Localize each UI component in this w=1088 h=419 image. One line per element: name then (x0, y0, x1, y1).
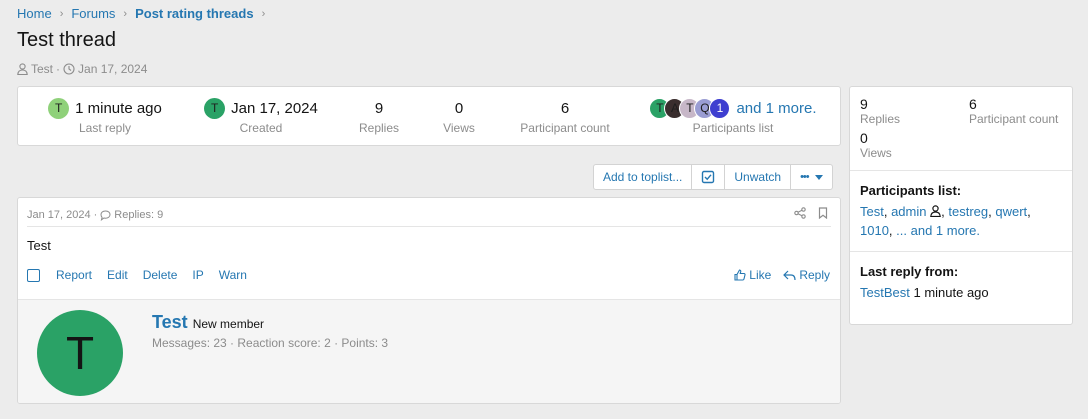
share-icon[interactable] (794, 207, 806, 219)
breadcrumb: Home › Forums › Post rating threads › (17, 6, 273, 21)
post-header-actions (794, 207, 828, 219)
thread-toolbar: Add to toplist... Unwatch ••• (593, 164, 833, 190)
stat-participants-list: T A T Q 1 and 1 more. Participants list (648, 97, 818, 135)
thumbs-up-icon (734, 269, 746, 281)
participant-link[interactable]: testreg (948, 204, 988, 219)
last-reply-time[interactable]: 1 minute ago (75, 100, 162, 117)
report-link[interactable]: Report (56, 268, 92, 282)
breadcrumb-separator: › (59, 7, 64, 20)
last-reply-user-link[interactable]: TestBest (860, 285, 910, 300)
participant-link[interactable]: qwert (995, 204, 1027, 219)
participant-link[interactable]: admin (891, 204, 926, 219)
sidebar-replies-count: 9 (860, 96, 868, 112)
sidebar-stats: 9 Replies 6 Participant count 0 Views (850, 87, 1072, 171)
last-reply-avatar[interactable]: T (48, 97, 70, 119)
ellipsis-icon: ••• (800, 171, 810, 183)
post-date-link[interactable]: Jan 17, 2024 (27, 209, 91, 221)
sidebar-participant-label: Participant count (969, 112, 1059, 126)
stat-replies: 9 Replies (348, 97, 410, 136)
reply-label: Reply (799, 268, 830, 282)
participants-more-link[interactable]: ... and 1 more. (896, 223, 980, 238)
reply-icon (783, 270, 796, 281)
edit-link[interactable]: Edit (107, 268, 128, 282)
sidebar-replies-label: Replies (860, 112, 901, 126)
participant-link[interactable]: 1010 (860, 223, 889, 238)
last-reply-time: 1 minute ago (913, 285, 989, 300)
stat-views: 0 Views (428, 97, 490, 136)
reply-button[interactable]: Reply (783, 268, 830, 282)
replies-count: 9 (374, 99, 384, 117)
participants-more-link[interactable]: and 1 more. (736, 100, 816, 117)
like-label: Like (749, 268, 772, 282)
meta-separator: · (56, 62, 61, 76)
participant-link[interactable]: Test (860, 204, 884, 219)
user-icon (930, 205, 941, 217)
views-count: 0 (454, 99, 464, 117)
select-post-checkbox[interactable] (27, 268, 40, 282)
created-avatar[interactable]: T (204, 97, 226, 119)
ip-link[interactable]: IP (192, 268, 203, 282)
sidebar-last-reply-title: Last reply from: (860, 264, 959, 279)
created-label: Created (239, 121, 283, 135)
meta-separator: · (93, 209, 98, 221)
sidebar-last-reply: Last reply from: TestBest 1 minute ago (850, 252, 1072, 312)
checkbox-icon (701, 170, 715, 184)
sidebar-views-count: 0 (860, 130, 868, 146)
post-body: Test (27, 238, 51, 253)
delete-link[interactable]: Delete (143, 268, 178, 282)
like-button[interactable]: Like (734, 268, 771, 282)
participant-count: 6 (560, 99, 570, 117)
chevron-down-icon (814, 174, 823, 180)
member-name-link[interactable]: Test (152, 312, 188, 333)
created-date: Jan 17, 2024 (231, 99, 318, 117)
breadcrumb-forums[interactable]: Forums (71, 6, 115, 21)
breadcrumb-home[interactable]: Home (17, 6, 52, 21)
post: Jan 17, 2024 · Replies: 9 Test Report Ed… (17, 197, 841, 404)
participant-count-label: Participant count (520, 121, 610, 135)
sidebar-participants-title: Participants list: (860, 183, 962, 198)
thread-meta: Test · Jan 17, 2024 (17, 62, 147, 76)
last-reply-label: Last reply (78, 121, 132, 135)
add-to-toplist-button[interactable]: Add to toplist... (594, 165, 693, 189)
breadcrumb-separator: › (261, 7, 266, 20)
warn-link[interactable]: Warn (219, 268, 247, 282)
select-thread-button[interactable] (692, 165, 726, 189)
participants-list-label: Participants list (692, 121, 774, 135)
thread-author-link[interactable]: Test (31, 62, 53, 76)
participant-avatars[interactable]: T A T Q 1 (649, 97, 731, 119)
comment-icon (100, 209, 111, 221)
stat-participant-count: 6 Participant count (514, 97, 616, 136)
member-stats: Messages: 23 · Reaction score: 2 · Point… (152, 336, 389, 350)
unwatch-button[interactable]: Unwatch (725, 165, 792, 189)
breadcrumb-separator: › (123, 7, 128, 20)
sidebar-participants: Participants list: Test, admin , testreg… (850, 171, 1072, 252)
thread-date-link[interactable]: Jan 17, 2024 (78, 62, 147, 76)
thread-stats-bar: T 1 minute ago Last reply T Jan 17, 2024… (17, 86, 841, 146)
breadcrumb-post-rating-threads[interactable]: Post rating threads (135, 6, 253, 21)
post-header: Jan 17, 2024 · Replies: 9 (27, 209, 163, 221)
sidebar-views-label: Views (860, 146, 892, 160)
member-avatar[interactable]: T (37, 310, 123, 396)
more-options-button[interactable]: ••• (791, 165, 832, 189)
bookmark-icon[interactable] (818, 207, 828, 219)
user-icon (17, 63, 28, 75)
post-replies-count: Replies: 9 (114, 209, 164, 221)
page-title: Test thread (17, 29, 116, 51)
post-divider (27, 226, 831, 227)
replies-label: Replies (358, 121, 400, 135)
stat-last-reply: T 1 minute ago Last reply (46, 97, 164, 135)
participant-avatar[interactable]: 1 (709, 97, 731, 119)
post-actions: Report Edit Delete IP Warn Like Reply (27, 268, 830, 282)
thread-info-sidebar: 9 Replies 6 Participant count 0 Views Pa… (849, 86, 1073, 325)
views-label: Views (443, 121, 475, 135)
stat-created: T Jan 17, 2024 Created (204, 97, 318, 135)
clock-icon (63, 63, 75, 75)
sidebar-participant-count: 6 (969, 96, 977, 112)
member-block: T Test New member Messages: 23 · Reactio… (18, 299, 840, 403)
member-title: New member (192, 317, 265, 331)
